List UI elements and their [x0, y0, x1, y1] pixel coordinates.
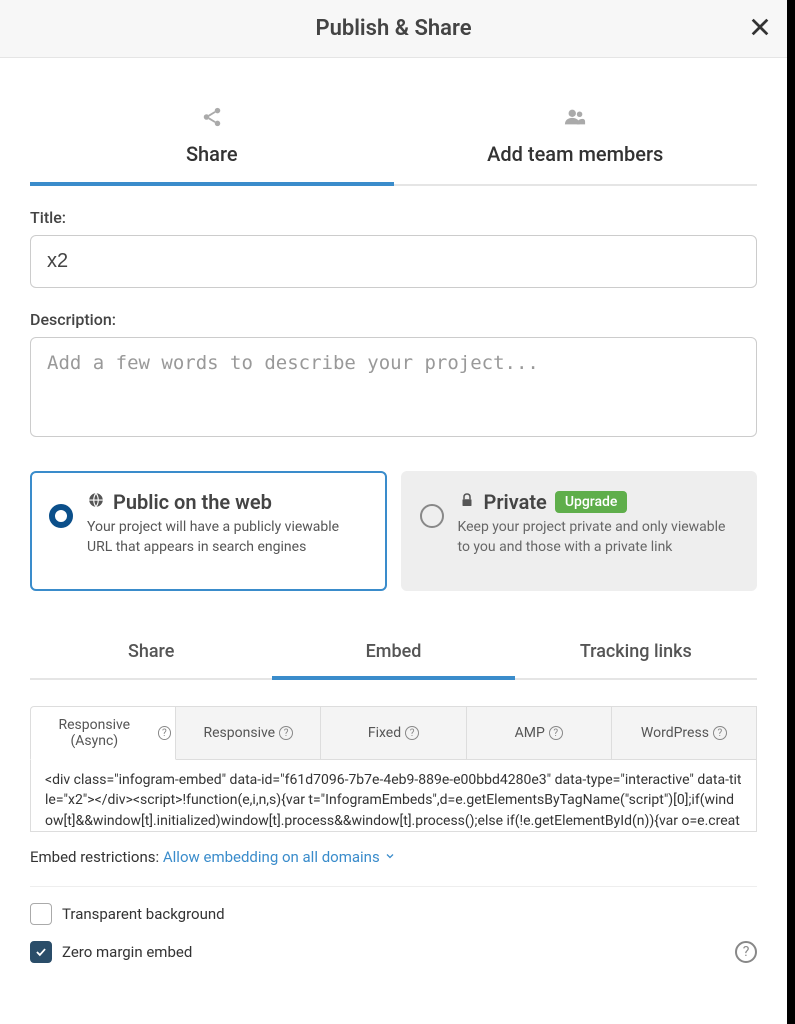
globe-icon [87, 491, 105, 513]
embedtab-responsive-async-label: Responsive (Async) [35, 717, 154, 749]
close-button[interactable] [749, 16, 771, 42]
embed-tabs: Responsive (Async) ? Responsive ? Fixed … [30, 706, 757, 760]
transparent-bg-checkbox[interactable] [30, 903, 52, 925]
zero-margin-checkbox[interactable] [30, 941, 52, 963]
description-label: Description: [30, 310, 757, 329]
embedtab-wordpress-label: WordPress [641, 725, 709, 741]
privacy-private-desc: Keep your project private and only viewa… [458, 518, 739, 557]
embedtab-responsive-label: Responsive [204, 725, 276, 741]
embedtab-fixed[interactable]: Fixed ? [321, 706, 466, 760]
tab-share[interactable]: Share [30, 78, 394, 186]
share-icon [30, 106, 394, 132]
privacy-public-desc: Your project will have a publicly viewab… [87, 518, 368, 557]
embedtab-fixed-label: Fixed [368, 725, 401, 741]
help-icon: ? [158, 726, 172, 740]
privacy-public-title: Public on the web [113, 490, 272, 514]
tab-addteam-label: Add team members [394, 142, 758, 166]
top-tabs: Share Add team members [30, 78, 757, 186]
subtab-share[interactable]: Share [30, 627, 272, 680]
subtab-tracking[interactable]: Tracking links [515, 627, 757, 680]
subtab-embed[interactable]: Embed [272, 627, 514, 680]
help-icon: ? [405, 726, 419, 740]
help-icon[interactable]: ? [735, 941, 757, 963]
modal-title: Publish & Share [20, 16, 767, 41]
embed-restrictions-link[interactable]: Allow embedding on all domains [163, 848, 396, 866]
zero-margin-label: Zero margin embed [62, 943, 192, 961]
help-icon: ? [713, 726, 727, 740]
embedtab-responsive[interactable]: Responsive ? [176, 706, 321, 760]
help-icon: ? [549, 726, 563, 740]
embed-restrictions-label: Embed restrictions: [30, 848, 163, 866]
title-input[interactable] [30, 235, 757, 288]
people-icon [394, 106, 758, 132]
embedtab-amp-label: AMP [515, 725, 545, 741]
close-icon [749, 23, 771, 42]
help-icon: ? [279, 726, 293, 740]
title-label: Title: [30, 208, 757, 227]
radio-public [49, 504, 73, 528]
lock-icon [458, 491, 476, 513]
embedtab-wordpress[interactable]: WordPress ? [612, 706, 757, 760]
embed-restrictions-link-label: Allow embedding on all domains [163, 848, 380, 866]
embedtab-responsive-async[interactable]: Responsive (Async) ? [30, 706, 176, 760]
tab-share-label: Share [30, 142, 394, 166]
embed-code-box[interactable]: <div class="infogram-embed" data-id="f61… [30, 760, 757, 832]
embed-restrictions-row: Embed restrictions: Allow embedding on a… [30, 848, 757, 887]
description-input[interactable] [30, 337, 757, 437]
chevron-down-icon [384, 848, 396, 866]
privacy-public-option[interactable]: Public on the web Your project will have… [30, 471, 387, 591]
modal-header: Publish & Share [0, 0, 787, 58]
sub-tabs: Share Embed Tracking links [30, 627, 757, 680]
upgrade-badge[interactable]: Upgrade [555, 491, 628, 513]
radio-private [420, 504, 444, 528]
privacy-private-title: Private [484, 490, 547, 514]
transparent-bg-label: Transparent background [62, 905, 225, 923]
tab-add-team[interactable]: Add team members [394, 78, 758, 186]
privacy-private-option[interactable]: Private Upgrade Keep your project privat… [401, 471, 758, 591]
embedtab-amp[interactable]: AMP ? [467, 706, 612, 760]
